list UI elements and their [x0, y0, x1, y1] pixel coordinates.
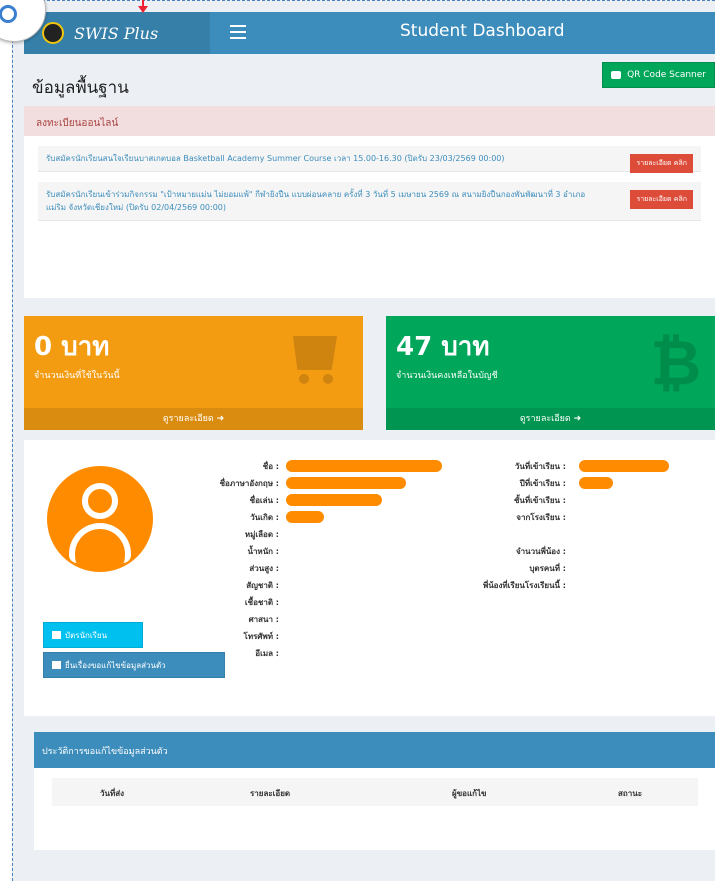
camera-icon	[611, 71, 622, 79]
edit-request-button[interactable]: ยื่นเรื่องขอแก้ไขข้อมูลส่วนตัว	[43, 652, 225, 678]
app-title: Student Dashboard	[400, 21, 565, 41]
redacted-value	[579, 460, 669, 472]
label-weight: น้ำหนัก :	[247, 547, 279, 556]
label-email: อีเมล :	[255, 649, 279, 658]
qr-button-label: QR Code Scanner	[627, 70, 706, 80]
today-amount: 0 บาท	[34, 332, 110, 362]
registration-item[interactable]: รับสมัครนักเรียนสนใจเรียนบาสเกตบอล Baske…	[38, 146, 701, 173]
registration-header: ลงทะเบียนออนไลน์	[24, 106, 715, 136]
page-title: ข้อมูลพื้นฐาน	[32, 78, 129, 98]
label-birthday: วันเกิด :	[250, 513, 279, 522]
online-registration-box: ลงทะเบียนออนไลน์ รับสมัครนักเรียนสนใจเรี…	[24, 106, 715, 298]
balance-amount: 47 บาท	[396, 332, 490, 362]
edit-history-box: ประวัติการขอแก้ไขข้อมูลส่วนตัว วันที่ส่ง…	[34, 732, 715, 850]
student-card-button[interactable]: บัตรนักเรียน	[43, 622, 143, 648]
profile-box: ชื่อ : ชื่อภาษาอังกฤษ : ชื่อเล่น : วันเก…	[24, 440, 715, 716]
redacted-value	[286, 494, 382, 506]
column-requester[interactable]: ผู้ขอแก้ไข	[452, 787, 486, 800]
label-enroll-year: ปีที่เข้าเรียน :	[519, 479, 566, 488]
brand-logo-icon	[42, 22, 64, 44]
today-more-link[interactable]: ดูรายละเอียด ➜	[24, 408, 363, 430]
label-enroll-date: วันที่เข้าเรียน :	[514, 462, 566, 471]
details-button[interactable]: รายละเอียด คลิก	[630, 190, 693, 209]
column-status[interactable]: สถานะ	[618, 787, 642, 800]
avatar	[47, 466, 153, 572]
id-card-icon	[52, 631, 61, 639]
label-siblings-school: พี่น้องที่เรียนโรงเรียนนี้ :	[482, 581, 566, 590]
edit-icon	[52, 661, 61, 669]
column-details[interactable]: รายละเอียด	[250, 787, 290, 800]
today-label: จำนวนเงินที่ใช้ในวันนี้	[34, 371, 120, 381]
label-race: เชื้อชาติ :	[244, 598, 279, 607]
balance-label: จำนวนเงินคงเหลือในบัญชี	[396, 371, 498, 381]
balance-more-link[interactable]: ดูรายละเอียด ➜	[386, 408, 715, 430]
label-height: ส่วนสูง :	[249, 564, 279, 573]
label-previous-school: จากโรงเรียน :	[516, 513, 566, 522]
registration-item-text[interactable]: รับสมัครนักเรียนสนใจเรียนบาสเกตบอล Baske…	[46, 154, 505, 163]
label-nationality: สัญชาติ :	[246, 581, 279, 590]
student-card-label: บัตรนักเรียน	[65, 630, 108, 640]
top-navbar: SWIS Plus Student Dashboard	[24, 12, 715, 54]
label-religion: ศาสนา :	[248, 615, 279, 624]
label-name: ชื่อ :	[262, 462, 279, 471]
history-table-header: วันที่ส่ง รายละเอียด ผู้ขอแก้ไข สถานะ	[52, 778, 698, 806]
label-phone: โทรศัพท์ :	[243, 632, 279, 641]
redacted-value	[579, 477, 613, 489]
label-blood-type: หมู่เลือด :	[244, 530, 279, 539]
label-siblings: จำนวนพี่น้อง :	[515, 547, 566, 556]
main-content: ข้อมูลพื้นฐาน QR Code Scanner ลงทะเบียนอ…	[24, 54, 715, 881]
qr-scanner-button[interactable]: QR Code Scanner	[602, 62, 715, 88]
today-spending-tile: 0 บาท จำนวนเงินที่ใช้ในวันนี้ ดูรายละเอี…	[24, 316, 363, 430]
label-child-order: บุตรคนที่ :	[529, 564, 566, 573]
bitcoin-icon: ₿	[650, 326, 701, 399]
registration-item-text[interactable]: รับสมัครนักเรียนเข้าร่วมกิจกรรม "เป้าหมา…	[46, 190, 585, 212]
label-name-en: ชื่อภาษาอังกฤษ :	[219, 479, 279, 488]
redacted-value	[286, 511, 324, 523]
details-button[interactable]: รายละเอียด คลิก	[630, 154, 693, 173]
balance-tile: 47 บาท จำนวนเงินคงเหลือในบัญชี ₿ ดูรายละ…	[386, 316, 715, 430]
redacted-value	[286, 460, 442, 472]
history-header: ประวัติการขอแก้ไขข้อมูลส่วนตัว	[34, 732, 715, 768]
label-enroll-grade: ชั้นที่เข้าเรียน :	[513, 496, 566, 505]
brand[interactable]: SWIS Plus	[24, 12, 210, 54]
column-date[interactable]: วันที่ส่ง	[100, 787, 124, 800]
arrow-down-icon	[138, 0, 148, 14]
label-nickname: ชื่อเล่น :	[249, 496, 279, 505]
redacted-value	[286, 477, 406, 489]
brand-name: SWIS Plus	[74, 23, 159, 43]
registration-item[interactable]: รับสมัครนักเรียนเข้าร่วมกิจกรรม "เป้าหมา…	[38, 182, 701, 221]
edit-request-label: ยื่นเรื่องขอแก้ไขข้อมูลส่วนตัว	[65, 660, 166, 670]
menu-toggle-icon[interactable]	[230, 25, 246, 39]
shopping-cart-icon	[287, 332, 341, 384]
